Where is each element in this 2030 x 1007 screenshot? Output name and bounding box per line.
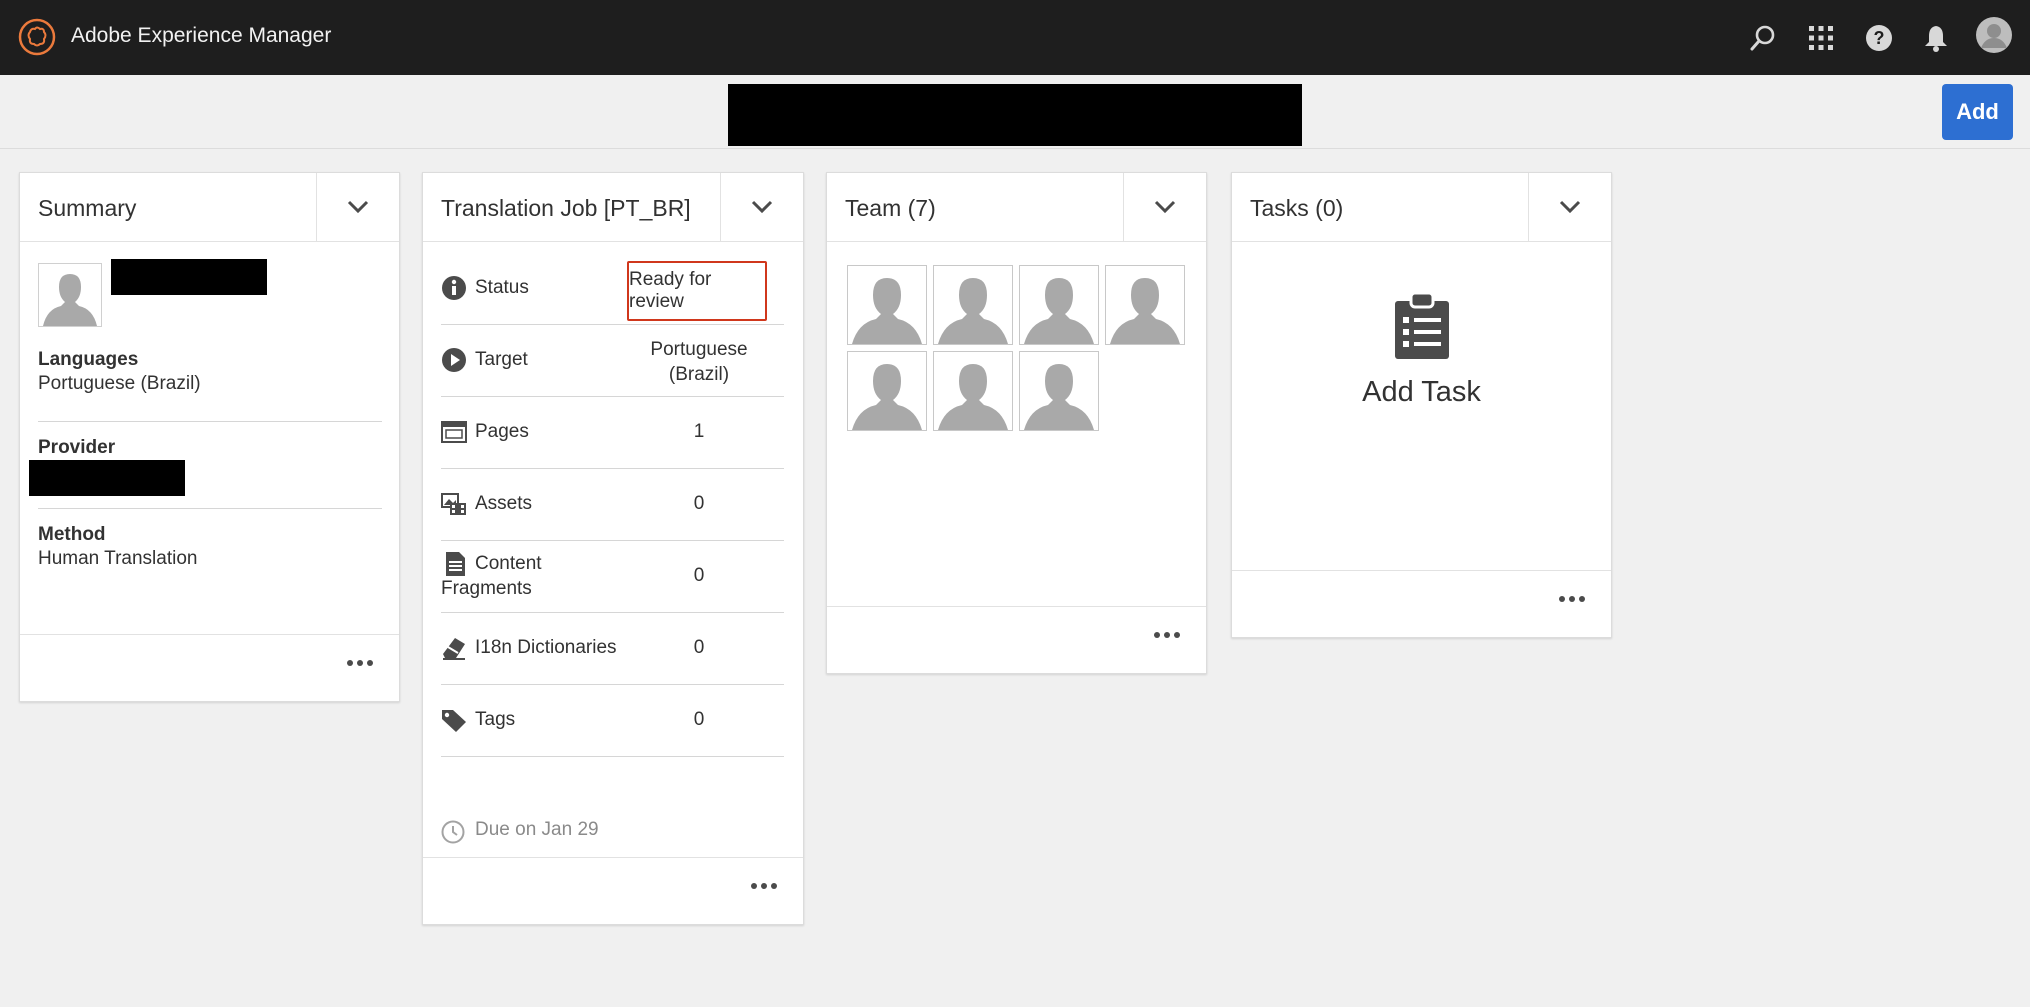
add-task-label: Add Task: [1362, 376, 1481, 408]
provider-label: Provider: [38, 437, 116, 458]
job-row-tags: Tags 0: [441, 685, 784, 757]
team-card-title: Team (7): [845, 195, 936, 221]
team-member-avatar[interactable]: [1019, 351, 1099, 431]
summary-card-title: Summary: [38, 195, 137, 221]
top-bar: Adobe Experience Manager ?: [0, 0, 2030, 75]
more-options-icon[interactable]: [1557, 589, 1587, 609]
person-placeholder-icon: [39, 264, 101, 326]
tag-icon: [442, 710, 466, 732]
action-bar: Add: [0, 75, 2030, 149]
summary-card: Summary Languages Portuguese (Brazil) Pr…: [19, 172, 400, 702]
tasks-card-title: Tasks (0): [1250, 195, 1344, 221]
summary-avatar: [38, 263, 102, 327]
more-options-icon[interactable]: [1152, 625, 1182, 645]
chevron-down-icon: [1154, 200, 1176, 214]
redacted-provider-value: [29, 460, 185, 496]
search-icon[interactable]: [1745, 20, 1781, 56]
pages-value[interactable]: 1: [647, 421, 751, 443]
job-row-assets: Assets 0: [441, 469, 784, 541]
languages-value: Portuguese (Brazil): [38, 373, 201, 394]
team-card-header: Team (7): [827, 173, 1206, 242]
assets-label: Assets: [475, 493, 533, 514]
job-row-target: Target Portuguese (Brazil): [441, 325, 784, 397]
chevron-down-icon: [347, 200, 369, 214]
method-label: Method: [38, 524, 106, 545]
tasks-card: Tasks (0) Add Task: [1231, 172, 1612, 638]
method-value: Human Translation: [38, 548, 198, 569]
job-row-status: Status Ready for review: [441, 253, 784, 325]
job-row-content-fragments: Content Fragments 0: [441, 541, 784, 613]
job-row-pages: Pages 1: [441, 397, 784, 469]
more-options-icon[interactable]: [749, 876, 779, 896]
target-label: Target: [475, 349, 528, 370]
job-row-i18n-dictionaries: I18n Dictionaries 0: [441, 613, 784, 685]
summary-card-footer: [20, 634, 399, 701]
tasks-card-header: Tasks (0): [1232, 173, 1611, 242]
team-member-avatar[interactable]: [933, 351, 1013, 431]
chevron-down-icon: [751, 200, 773, 214]
app-title[interactable]: Adobe Experience Manager: [71, 24, 331, 48]
eraser-icon: [443, 638, 465, 660]
redacted-page-title: [728, 84, 1302, 146]
svg-text:?: ?: [1874, 28, 1885, 48]
user-avatar[interactable]: [1975, 16, 2013, 54]
assets-icon: [441, 493, 466, 515]
summary-collapse-button[interactable]: [316, 173, 399, 241]
languages-label: Languages: [38, 349, 139, 370]
summary-card-header: Summary: [20, 173, 399, 242]
chevron-down-icon: [1559, 200, 1581, 214]
help-icon[interactable]: ?: [1861, 20, 1897, 56]
tasks-card-footer: [1232, 570, 1611, 637]
aem-logo-icon[interactable]: [18, 18, 56, 56]
divider: [38, 421, 382, 422]
info-icon: [442, 276, 466, 300]
tasks-collapse-button[interactable]: [1528, 173, 1611, 241]
target-value: Portuguese (Brazil): [650, 339, 748, 385]
job-card-header: Translation Job [PT_BR]: [423, 173, 803, 242]
tags-value[interactable]: 0: [647, 709, 751, 731]
team-member-avatar[interactable]: [933, 265, 1013, 345]
team-card: Team (7): [826, 172, 1207, 674]
clock-icon: [441, 820, 465, 844]
team-member-avatar[interactable]: [847, 265, 927, 345]
status-label: Status: [475, 277, 529, 298]
more-options-icon[interactable]: [345, 653, 375, 673]
team-member-avatar[interactable]: [847, 351, 927, 431]
content-fragments-label: Content Fragments: [441, 553, 542, 599]
i18n-dictionaries-value[interactable]: 0: [647, 637, 751, 659]
team-card-footer: [827, 606, 1206, 673]
content-fragments-value[interactable]: 0: [647, 565, 751, 587]
job-collapse-button[interactable]: [720, 173, 803, 241]
add-button[interactable]: Add: [1942, 84, 2013, 140]
job-card-title: Translation Job [PT_BR]: [441, 195, 691, 221]
translation-job-card: Translation Job [PT_BR] Status Ready for…: [422, 172, 804, 925]
due-date: Due on Jan 29: [475, 819, 599, 840]
i18n-dictionaries-label: I18n Dictionaries: [475, 637, 617, 658]
assets-value[interactable]: 0: [647, 493, 751, 515]
team-collapse-button[interactable]: [1123, 173, 1206, 241]
pages-icon: [441, 421, 467, 443]
bell-icon[interactable]: [1918, 20, 1954, 56]
job-card-footer: [423, 857, 803, 924]
pages-label: Pages: [475, 421, 529, 442]
add-task-button[interactable]: Add Task: [1232, 291, 1611, 409]
redacted-owner-name: [111, 259, 267, 295]
clipboard-icon: [1394, 291, 1449, 359]
divider: [38, 508, 382, 509]
play-icon: [442, 348, 466, 372]
apps-grid-icon[interactable]: [1803, 20, 1839, 56]
status-value[interactable]: Ready for review: [627, 261, 767, 321]
team-member-avatar[interactable]: [1105, 265, 1185, 345]
tags-label: Tags: [475, 709, 516, 730]
team-member-avatar[interactable]: [1019, 265, 1099, 345]
